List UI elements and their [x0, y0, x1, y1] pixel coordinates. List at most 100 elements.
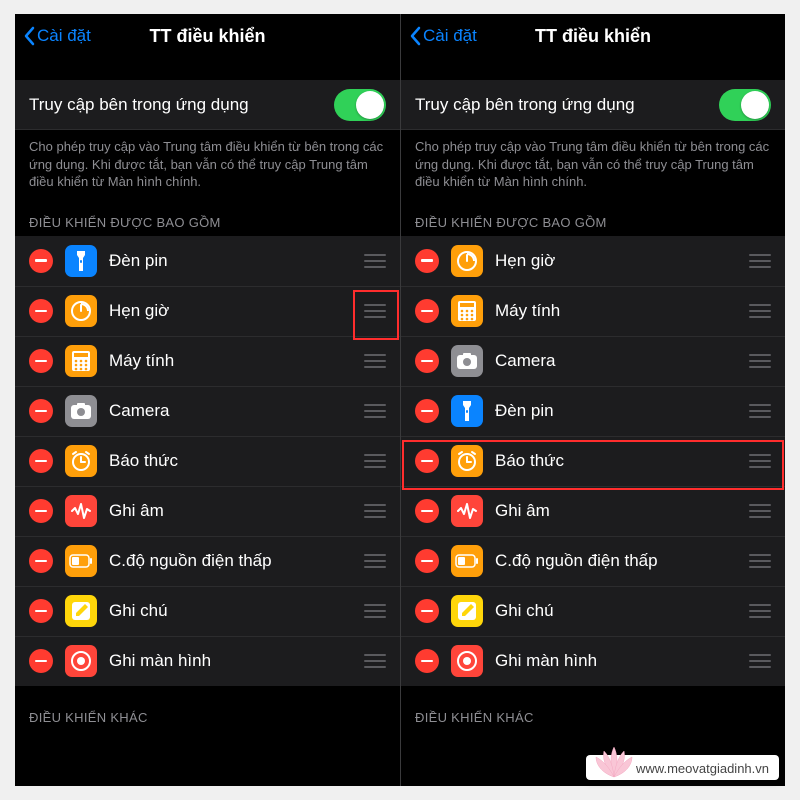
- drag-handle[interactable]: [364, 254, 386, 268]
- drag-handle[interactable]: [364, 454, 386, 468]
- item-title: Đèn pin: [495, 401, 741, 421]
- list-item[interactable]: C.độ nguồn điện thấp: [401, 536, 785, 586]
- list-item[interactable]: Camera: [401, 336, 785, 386]
- notes-icon: [65, 595, 97, 627]
- timer-icon: [65, 295, 97, 327]
- item-title: C.độ nguồn điện thấp: [109, 551, 356, 571]
- remove-button[interactable]: [29, 549, 53, 573]
- chevron-left-icon: [23, 26, 35, 46]
- list-item[interactable]: Hẹn giờ: [15, 286, 400, 336]
- remove-button[interactable]: [415, 549, 439, 573]
- item-title: Hẹn giờ: [109, 301, 356, 321]
- remove-button[interactable]: [29, 349, 53, 373]
- list-item[interactable]: Ghi màn hình: [401, 636, 785, 686]
- item-title: Ghi màn hình: [109, 651, 356, 671]
- phone-left: Cài đặt TT điều khiển Truy cập bên trong…: [15, 14, 400, 786]
- drag-handle[interactable]: [749, 604, 771, 618]
- item-title: C.độ nguồn điện thấp: [495, 551, 741, 571]
- list-item[interactable]: Hẹn giờ: [401, 236, 785, 286]
- camera-icon: [65, 395, 97, 427]
- list-item[interactable]: Đèn pin: [401, 386, 785, 436]
- list-item[interactable]: Ghi âm: [401, 486, 785, 536]
- access-toggle-row[interactable]: Truy cập bên trong ứng dụng: [401, 80, 785, 130]
- list-item[interactable]: Máy tính: [401, 286, 785, 336]
- list-item[interactable]: Ghi chú: [15, 586, 400, 636]
- voice-icon: [65, 495, 97, 527]
- item-title: Ghi âm: [109, 501, 356, 521]
- alarm-icon: [451, 445, 483, 477]
- calculator-icon: [65, 345, 97, 377]
- item-title: Ghi chú: [109, 601, 356, 621]
- remove-button[interactable]: [29, 599, 53, 623]
- drag-handle[interactable]: [749, 304, 771, 318]
- item-title: Báo thức: [495, 451, 741, 471]
- remove-button[interactable]: [29, 499, 53, 523]
- alarm-icon: [65, 445, 97, 477]
- access-label: Truy cập bên trong ứng dụng: [29, 95, 334, 115]
- included-header: ĐIỀU KHIỂN ĐƯỢC BAO GỒM: [15, 191, 400, 236]
- remove-button[interactable]: [29, 249, 53, 273]
- list-item[interactable]: Camera: [15, 386, 400, 436]
- item-title: Ghi âm: [495, 501, 741, 521]
- watermark: www.meovatgiadinh.vn: [586, 755, 779, 780]
- drag-handle[interactable]: [364, 554, 386, 568]
- drag-handle[interactable]: [749, 454, 771, 468]
- list-item[interactable]: Báo thức: [401, 436, 785, 486]
- camera-icon: [451, 345, 483, 377]
- drag-handle[interactable]: [749, 254, 771, 268]
- list-item[interactable]: C.độ nguồn điện thấp: [15, 536, 400, 586]
- remove-button[interactable]: [415, 349, 439, 373]
- remove-button[interactable]: [415, 599, 439, 623]
- drag-handle[interactable]: [749, 654, 771, 668]
- drag-handle[interactable]: [749, 404, 771, 418]
- drag-handle[interactable]: [364, 404, 386, 418]
- remove-button[interactable]: [29, 449, 53, 473]
- watermark-text: www.meovatgiadinh.vn: [636, 761, 769, 776]
- voice-icon: [451, 495, 483, 527]
- battery-icon: [451, 545, 483, 577]
- back-button[interactable]: Cài đặt: [409, 26, 477, 46]
- other-header: ĐIỀU KHIỂN KHÁC: [401, 686, 785, 731]
- item-title: Ghi chú: [495, 601, 741, 621]
- item-title: Camera: [495, 351, 741, 371]
- access-toggle[interactable]: [719, 89, 771, 121]
- drag-handle[interactable]: [364, 504, 386, 518]
- drag-handle[interactable]: [364, 354, 386, 368]
- drag-handle[interactable]: [364, 604, 386, 618]
- drag-handle[interactable]: [364, 654, 386, 668]
- item-title: Camera: [109, 401, 356, 421]
- list-item[interactable]: Đèn pin: [15, 236, 400, 286]
- access-footer: Cho phép truy cập vào Trung tâm điều khi…: [401, 130, 785, 191]
- included-list-left: Đèn pin Hẹn giờ Máy tính Camera Báo thức Ghi …: [15, 236, 400, 686]
- drag-handle[interactable]: [749, 504, 771, 518]
- back-label: Cài đặt: [423, 26, 477, 46]
- remove-button[interactable]: [415, 399, 439, 423]
- canvas: Cài đặt TT điều khiển Truy cập bên trong…: [0, 0, 800, 800]
- remove-button[interactable]: [415, 249, 439, 273]
- item-title: Báo thức: [109, 451, 356, 471]
- back-button[interactable]: Cài đặt: [23, 26, 91, 46]
- item-title: Máy tính: [495, 301, 741, 321]
- chevron-left-icon: [409, 26, 421, 46]
- remove-button[interactable]: [29, 399, 53, 423]
- drag-handle[interactable]: [749, 554, 771, 568]
- list-item[interactable]: Ghi chú: [401, 586, 785, 636]
- included-list-right: Hẹn giờ Máy tính Camera Đèn pin Báo thức Ghi …: [401, 236, 785, 686]
- drag-handle[interactable]: [364, 304, 386, 318]
- access-toggle[interactable]: [334, 89, 386, 121]
- access-toggle-row[interactable]: Truy cập bên trong ứng dụng: [15, 80, 400, 130]
- remove-button[interactable]: [415, 299, 439, 323]
- list-item[interactable]: Ghi âm: [15, 486, 400, 536]
- list-item[interactable]: Ghi màn hình: [15, 636, 400, 686]
- list-item[interactable]: Báo thức: [15, 436, 400, 486]
- drag-handle[interactable]: [749, 354, 771, 368]
- remove-button[interactable]: [415, 649, 439, 673]
- remove-button[interactable]: [29, 299, 53, 323]
- remove-button[interactable]: [415, 449, 439, 473]
- item-title: Hẹn giờ: [495, 251, 741, 271]
- list-item[interactable]: Máy tính: [15, 336, 400, 386]
- remove-button[interactable]: [29, 649, 53, 673]
- flashlight-icon: [451, 395, 483, 427]
- remove-button[interactable]: [415, 499, 439, 523]
- item-title: Ghi màn hình: [495, 651, 741, 671]
